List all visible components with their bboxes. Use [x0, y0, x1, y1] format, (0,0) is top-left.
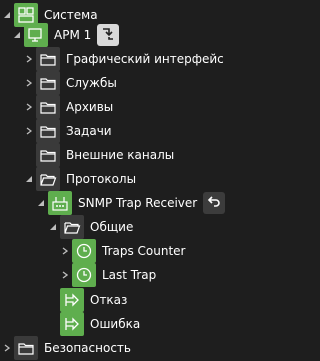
snmp-receiver-icon — [48, 191, 72, 215]
tree-node-label: Traps Counter — [102, 244, 186, 258]
chevron-down-icon[interactable] — [2, 10, 12, 20]
chevron-down-icon[interactable] — [12, 30, 22, 40]
tree-node-label: Архивы — [66, 100, 114, 114]
tree-node-label: Безопасность — [44, 341, 131, 355]
tree-node-gui[interactable]: Графический интерфейс — [24, 47, 224, 71]
exit-arrow-icon — [60, 288, 84, 312]
clock-icon — [72, 239, 96, 263]
undo-icon — [206, 194, 222, 213]
tree-node-services[interactable]: Службы — [24, 71, 117, 95]
tree-node-label: Графический интерфейс — [66, 52, 224, 66]
chevron-down-icon[interactable] — [24, 174, 34, 184]
chevron-right-icon[interactable] — [24, 54, 34, 64]
tree-node-label: SNMP Trap Receiver — [78, 196, 198, 210]
tree-node-label: Задачи — [66, 124, 112, 138]
chevron-right-icon[interactable] — [24, 126, 34, 136]
chevron-right-icon[interactable] — [2, 343, 12, 353]
folder-open-icon — [60, 215, 84, 239]
folder-icon — [36, 143, 60, 167]
tree-node-security[interactable]: Безопасность — [2, 336, 131, 360]
tree-node-tasks[interactable]: Задачи — [24, 119, 112, 143]
folder-icon — [36, 119, 60, 143]
toggle-placeholder — [48, 295, 58, 305]
tree-node-label: Last Trap — [102, 268, 157, 282]
tree-node-error[interactable]: Ошибка — [48, 312, 140, 336]
chevron-right-icon[interactable] — [24, 102, 34, 112]
tree-node-archives[interactable]: Архивы — [24, 95, 113, 119]
tree-node-label: Отказ — [90, 293, 128, 307]
clock-icon — [72, 263, 96, 287]
chevron-right-icon[interactable] — [60, 246, 70, 256]
chevron-right-icon[interactable] — [60, 270, 70, 280]
tree-node-arm1[interactable]: АРМ 1 — [12, 23, 120, 47]
undo-button[interactable] — [203, 192, 226, 214]
tree-node-snmp-receiver[interactable]: SNMP Trap Receiver — [36, 191, 226, 215]
tree-view: Система АРМ 1 Графический интерфейс Служ… — [0, 0, 279, 361]
tree-node-external-channels[interactable]: Внешние каналы — [24, 143, 174, 167]
tree-node-failure[interactable]: Отказ — [48, 288, 127, 312]
folder-icon — [36, 71, 60, 95]
tree-node-common[interactable]: Общие — [48, 215, 133, 239]
chevron-down-icon[interactable] — [48, 222, 58, 232]
tree-node-label: Внешние каналы — [66, 148, 175, 162]
tree-node-label: Протоколы — [66, 172, 137, 186]
tree-node-last-trap[interactable]: Last Trap — [60, 263, 156, 287]
tree-node-label: Службы — [66, 76, 117, 90]
chevron-right-icon[interactable] — [24, 78, 34, 88]
chevron-down-icon[interactable] — [36, 198, 46, 208]
folder-icon — [36, 47, 60, 71]
workstation-icon — [24, 23, 48, 47]
move-icon — [100, 26, 116, 45]
toggle-placeholder — [24, 150, 34, 160]
folder-icon — [36, 95, 60, 119]
tree-node-label: Общие — [90, 220, 134, 234]
folder-open-icon — [36, 167, 60, 191]
exit-arrow-icon — [60, 312, 84, 336]
folder-icon — [14, 336, 38, 360]
tree-node-label: АРМ 1 — [54, 28, 92, 42]
toggle-placeholder — [48, 319, 58, 329]
tree-node-traps-counter[interactable]: Traps Counter — [60, 239, 186, 263]
move-button[interactable] — [97, 24, 120, 46]
tree-node-protocols[interactable]: Протоколы — [24, 167, 136, 191]
tree-node-label: Ошибка — [90, 317, 141, 331]
